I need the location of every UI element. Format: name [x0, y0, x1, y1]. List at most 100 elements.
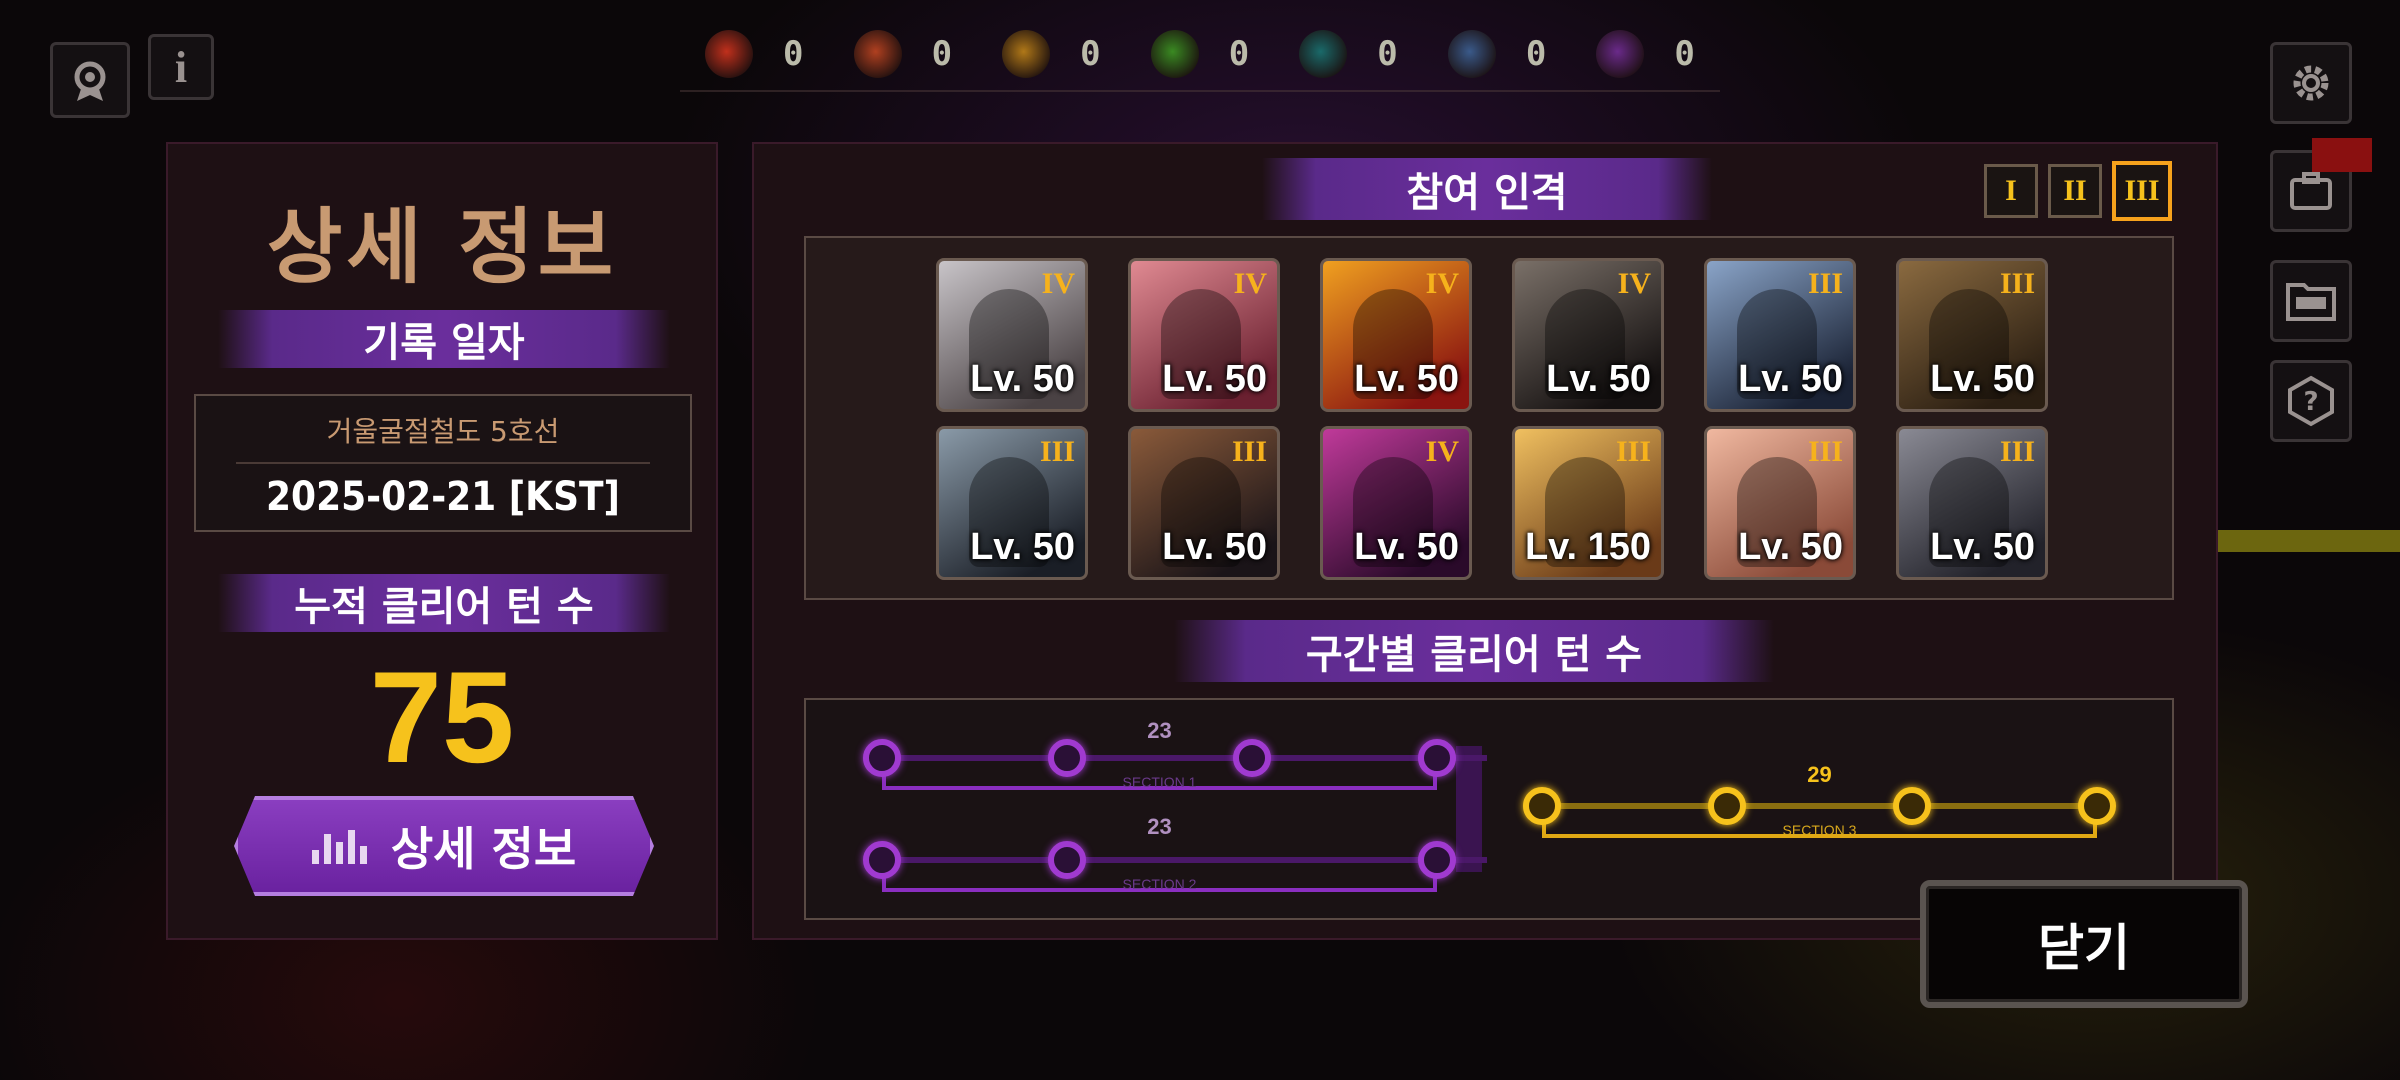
- section-rail: [882, 755, 1487, 761]
- close-button[interactable]: 닫기: [1920, 880, 2248, 1008]
- section-turns: 29: [1807, 762, 1832, 787]
- identity-level: Lv. 50: [1930, 358, 2035, 400]
- notification-badge: [2312, 138, 2372, 172]
- amber-element-icon: [1002, 30, 1051, 78]
- bar-chart-icon: [311, 828, 367, 864]
- section-node: [1893, 787, 1931, 825]
- identity-card[interactable]: IV Lv. 50: [936, 258, 1088, 412]
- leaf-element-icon: [1150, 30, 1199, 78]
- gear-icon: [2293, 65, 2329, 101]
- resource-item: 0: [705, 30, 804, 78]
- resource-count: 0: [1080, 34, 1101, 74]
- briefcase-icon: [2290, 172, 2332, 210]
- detail-info-button-label: 상세 정보: [390, 822, 577, 876]
- identity-card[interactable]: III Lv. 50: [1896, 258, 2048, 412]
- info-button[interactable]: i: [148, 34, 214, 100]
- identity-tier: III: [1807, 267, 1843, 300]
- total-turns-value: 75: [369, 644, 515, 790]
- identity-level: Lv. 50: [1930, 526, 2035, 568]
- folder-clear-icon: [2286, 283, 2336, 321]
- section-rail: [882, 857, 1487, 863]
- identity-level: Lv. 50: [1354, 526, 1459, 568]
- identity-card[interactable]: III Lv. 50: [1704, 426, 1856, 580]
- identity-card[interactable]: IV Lv. 50: [1512, 258, 1664, 412]
- section-turns-header: 구간별 클리어 턴 수: [1174, 620, 1774, 682]
- section-rail: [1542, 803, 2097, 809]
- help-button[interactable]: ?: [2270, 360, 2352, 442]
- identity-tier: IV: [1233, 267, 1267, 300]
- identity-card[interactable]: III Lv. 50: [1704, 258, 1856, 412]
- identity-card[interactable]: III Lv. 50: [936, 426, 1088, 580]
- resource-item: 0: [1596, 30, 1695, 78]
- identity-card[interactable]: IV Lv. 50: [1128, 258, 1280, 412]
- record-date: 2025-02-21 [KST]: [266, 474, 620, 520]
- section-node: [1418, 841, 1456, 879]
- identity-level: Lv. 50: [1162, 526, 1267, 568]
- record-date-box: 거울굴절철도 5호선 2025-02-21 [KST]: [194, 394, 692, 532]
- element-resource-bar: 0 0 0 0 0 0 0: [680, 18, 1720, 92]
- panel-title: 상세 정보: [266, 200, 618, 295]
- identity-level: Lv. 150: [1524, 526, 1651, 568]
- resource-item: 0: [1447, 30, 1547, 78]
- identity-level: Lv. 50: [1354, 358, 1459, 400]
- identity-card[interactable]: III Lv. 50: [1896, 426, 2048, 580]
- date-divider: [236, 462, 650, 464]
- detail-info-button[interactable]: 상세 정보: [234, 796, 654, 896]
- resource-item: 0: [853, 30, 952, 78]
- identity-card[interactable]: IV Lv. 50: [1320, 258, 1472, 412]
- section-connector: [1456, 746, 1482, 872]
- identity-level: Lv. 50: [1738, 358, 1843, 400]
- section-node: [1048, 841, 1086, 879]
- settings-button[interactable]: [2270, 42, 2352, 124]
- help-icon: ?: [2288, 375, 2334, 427]
- fire-element-icon: [705, 30, 754, 78]
- resource-item: 0: [1002, 30, 1101, 78]
- section-name: SECTION 3: [1782, 822, 1857, 838]
- crystal-element-icon: [1447, 30, 1496, 78]
- medal-icon: [74, 61, 106, 101]
- identity-card[interactable]: III Lv. 50: [1128, 426, 1280, 580]
- background-stripe: [2200, 530, 2400, 552]
- section-turns: 23: [1147, 718, 1172, 743]
- resource-item: 0: [1150, 30, 1250, 78]
- tier-filter-2[interactable]: II: [2048, 164, 2102, 218]
- resource-item: 0: [1299, 30, 1398, 78]
- section-node: [2078, 787, 2116, 825]
- clear-record-button[interactable]: [2270, 260, 2352, 342]
- resource-count: 0: [1228, 34, 1250, 74]
- record-date-header: 기록 일자: [218, 310, 670, 368]
- identity-tier: IV: [1425, 435, 1459, 468]
- identity-level: Lv. 50: [1546, 358, 1651, 400]
- section-node: [1048, 739, 1086, 777]
- identity-card[interactable]: IV Lv. 50: [1320, 426, 1472, 580]
- identity-tier: IV: [1425, 267, 1459, 300]
- identity-tier: III: [1615, 435, 1651, 468]
- section-name: SECTION 2: [1122, 876, 1197, 892]
- identity-tier: III: [1807, 435, 1843, 468]
- resource-count: 0: [783, 34, 804, 74]
- identity-tier: III: [1231, 435, 1267, 468]
- section-node: [863, 841, 901, 879]
- resource-count: 0: [1377, 34, 1398, 74]
- identity-level: Lv. 50: [970, 358, 1075, 400]
- identity-tier: III: [1999, 267, 2035, 300]
- section-turns: 23: [1147, 814, 1172, 839]
- wave-element-icon: [1299, 30, 1348, 78]
- section-node: [1418, 739, 1456, 777]
- info-icon: i: [174, 42, 188, 92]
- resource-count: 0: [1525, 34, 1547, 74]
- section-node: [1523, 787, 1561, 825]
- section-name: SECTION 1: [1122, 774, 1197, 790]
- identity-tier: IV: [1617, 267, 1651, 300]
- identity-card[interactable]: III Lv. 150: [1512, 426, 1664, 580]
- section-node: [1233, 739, 1271, 777]
- achievement-button[interactable]: [50, 42, 130, 118]
- tier-selector: I II III: [1984, 161, 2172, 221]
- dungeon-name: 거울굴절철도 5호선: [326, 415, 560, 448]
- tier-filter-1[interactable]: I: [1984, 164, 2038, 218]
- tier-filter-3[interactable]: III: [2112, 161, 2172, 221]
- identity-tier: IV: [1041, 267, 1075, 300]
- section-node: [1708, 787, 1746, 825]
- resource-count: 0: [1674, 34, 1695, 74]
- roster-header: 참여 인격: [1262, 158, 1712, 220]
